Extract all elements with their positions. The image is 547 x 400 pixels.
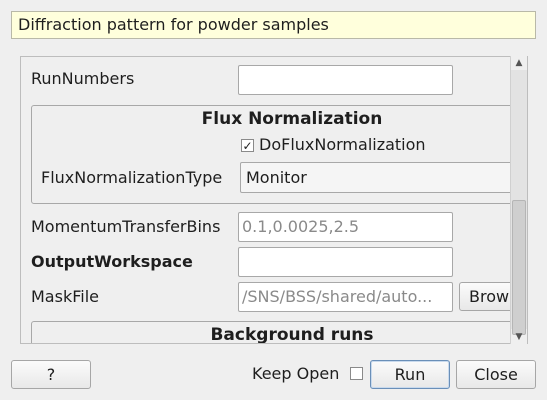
output-workspace-input[interactable] [238, 247, 453, 277]
scrollbar-track[interactable] [511, 70, 527, 335]
background-runs-group: Background runs [31, 321, 527, 344]
mask-file-input[interactable]: /SNS/BSS/shared/auto... [238, 282, 453, 312]
keep-open-label: Keep Open [252, 364, 340, 383]
run-numbers-input[interactable] [238, 65, 453, 95]
flux-normalization-title: Flux Normalization [201, 109, 383, 129]
mask-file-label: MaskFile [31, 287, 99, 306]
momentum-transfer-bins-label: MomentumTransferBins [31, 217, 221, 236]
help-button[interactable]: ? [11, 360, 91, 389]
keep-open-checkbox[interactable] [350, 367, 363, 380]
do-flux-normalization-label: DoFluxNormalization [259, 135, 426, 154]
run-button[interactable]: Run [370, 360, 450, 389]
scroll-down-arrow-icon[interactable]: ▼ [511, 330, 527, 344]
output-workspace-label: OutputWorkspace [31, 252, 193, 271]
close-button[interactable]: Close [456, 360, 536, 389]
background-runs-title: Background runs [210, 325, 374, 344]
scroll-up-arrow-icon[interactable]: ▲ [511, 56, 527, 70]
run-numbers-label: RunNumbers [31, 69, 135, 88]
flux-normalization-type-select[interactable]: Monitor [240, 162, 527, 193]
algorithm-description: Diffraction pattern for powder samples [11, 11, 536, 39]
properties-scroll-area[interactable]: RunNumbers Flux Normalization ✓ DoFluxNo… [20, 56, 528, 344]
flux-normalization-group: Flux Normalization ✓ DoFluxNormalization… [31, 105, 527, 204]
vertical-scrollbar[interactable]: ▲ ▼ [510, 56, 527, 344]
do-flux-normalization-checkbox[interactable]: ✓ [241, 139, 254, 152]
flux-normalization-type-label: FluxNormalizationType [41, 168, 223, 187]
scrollbar-thumb[interactable] [512, 200, 526, 335]
momentum-transfer-bins-input[interactable]: 0.1,0.0025,2.5 [238, 212, 453, 242]
